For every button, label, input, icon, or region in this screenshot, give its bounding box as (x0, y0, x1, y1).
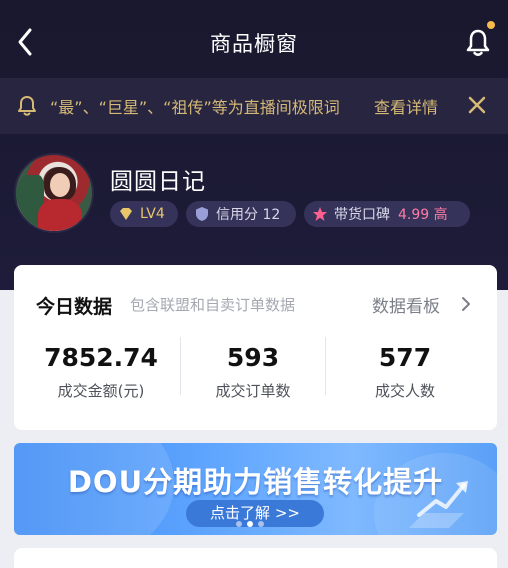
carousel-dot[interactable] (236, 521, 242, 527)
username: 圆圆日记 (110, 169, 206, 195)
stat-label: 成交金额(元) (57, 382, 145, 400)
diamond-icon (120, 208, 132, 220)
stat-value: 593 (226, 343, 280, 372)
stat-label: 成交订单数 (215, 382, 291, 400)
shield-icon (196, 207, 208, 221)
notice-bar: “最”、“巨星”、“祖传”等为直播间极限词 查看详情 (0, 78, 508, 134)
star-icon (313, 207, 327, 221)
today-data-card: 今日数据 包含联盟和自卖订单数据 数据看板 7852.74 成交金额(元) 59… (14, 265, 497, 430)
notice-text: “最”、“巨星”、“祖传”等为直播间极限词 (50, 98, 340, 117)
carousel-indicator (236, 521, 264, 527)
next-section-card (14, 548, 497, 568)
reputation-score: 4.99 高 (398, 207, 448, 223)
avatar[interactable] (14, 153, 94, 233)
stat-buyer-count[interactable]: 577 成交人数 (330, 343, 480, 401)
level-label: LV4 (140, 206, 165, 222)
level-badge[interactable]: LV4 (110, 201, 178, 227)
stat-value: 7852.74 (44, 343, 158, 372)
chevron-right-icon[interactable] (460, 295, 472, 313)
bell-icon (466, 29, 490, 56)
credit-badge[interactable]: 信用分 12 (186, 201, 296, 227)
carousel-dot-active[interactable] (247, 521, 253, 527)
stat-order-count[interactable]: 593 成交订单数 (178, 343, 328, 401)
divider (325, 337, 326, 395)
stat-sales-amount[interactable]: 7852.74 成交金额(元) (26, 343, 176, 401)
banner-title: DOU分期助力销售转化提升 (67, 465, 444, 499)
reputation-badge[interactable]: 带货口碑 4.99 高 (304, 201, 470, 227)
bell-icon (18, 96, 36, 116)
notice-details-link[interactable]: 查看详情 (374, 94, 438, 118)
reputation-label: 带货口碑 (334, 207, 390, 223)
today-data-subtitle: 包含联盟和自卖订单数据 (130, 296, 296, 314)
page-title: 商品橱窗 (210, 32, 298, 56)
top-nav: 商品橱窗 (0, 0, 508, 78)
notification-dot (487, 21, 495, 29)
stat-value: 577 (378, 343, 432, 372)
credit-label: 信用分 12 (216, 207, 281, 223)
stat-label: 成交人数 (374, 382, 435, 400)
today-data-title: 今日数据 (36, 296, 113, 318)
close-icon[interactable] (466, 94, 488, 116)
carousel-dot[interactable] (258, 521, 264, 527)
data-dashboard-link[interactable]: 数据看板 (372, 292, 440, 317)
notification-button[interactable] (462, 28, 494, 58)
